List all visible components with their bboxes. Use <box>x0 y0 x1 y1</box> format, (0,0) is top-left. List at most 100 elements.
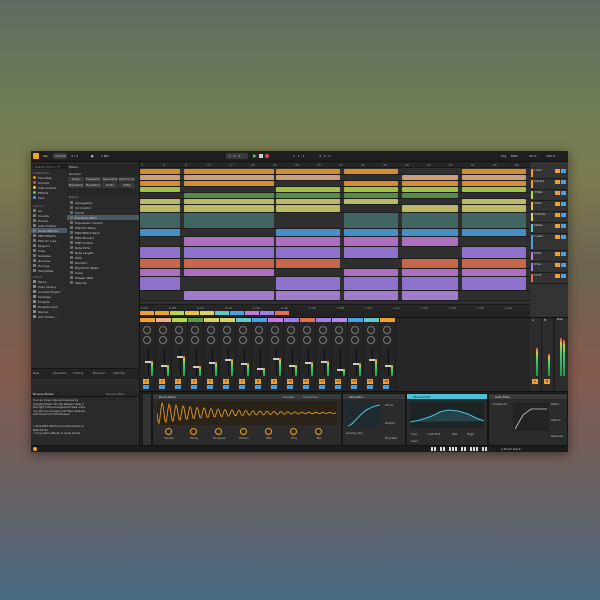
arrangement-clip[interactable] <box>402 258 458 268</box>
preview-option[interactable]: Random <box>93 371 105 375</box>
track-header[interactable]: 1 Kick <box>531 168 568 179</box>
arrangement-clip[interactable] <box>402 236 458 246</box>
arrangement-clip[interactable] <box>184 246 274 258</box>
solo-button[interactable] <box>319 385 325 389</box>
channel-color-header[interactable] <box>332 318 347 322</box>
arrangement-clip[interactable] <box>276 276 340 290</box>
fader-handle[interactable] <box>241 363 247 365</box>
arrangement-clip[interactable] <box>276 168 340 174</box>
arrangement-clip[interactable] <box>184 258 274 268</box>
pan-knob[interactable] <box>303 336 311 344</box>
solo-button[interactable] <box>351 385 357 389</box>
pan-knob[interactable] <box>207 336 215 344</box>
arrangement-clip[interactable] <box>276 204 340 212</box>
solo-button[interactable] <box>561 235 566 239</box>
solo-button[interactable] <box>223 385 229 389</box>
preview-option[interactable]: Quantize <box>53 371 66 375</box>
preview-option[interactable]: Raw <box>33 371 39 375</box>
arrangement-clip[interactable] <box>276 290 340 300</box>
track-number-button[interactable]: 7 <box>239 379 245 384</box>
track-activator-button[interactable] <box>555 202 560 206</box>
solo-button[interactable] <box>561 213 566 217</box>
preview-option[interactable]: Velocity <box>113 371 125 375</box>
return-activator[interactable]: B <box>544 379 550 384</box>
pan-knob[interactable] <box>175 336 183 344</box>
arrangement-clip[interactable] <box>140 228 180 236</box>
sample-waveform[interactable] <box>157 401 337 425</box>
pan-knob[interactable] <box>255 336 263 344</box>
fader-handle[interactable] <box>193 366 199 368</box>
arrangement-clip[interactable] <box>140 268 180 276</box>
arrangement-clip[interactable] <box>344 168 398 174</box>
key-map-button[interactable]: Key <box>501 154 506 158</box>
track-number-button[interactable]: 14 <box>351 379 357 384</box>
keyboard-key[interactable] <box>473 447 475 451</box>
arrangement-clip[interactable] <box>276 228 340 236</box>
fader-track[interactable] <box>356 348 357 376</box>
pan-knob[interactable] <box>287 336 295 344</box>
solo-button[interactable] <box>255 385 261 389</box>
arrangement-clip[interactable] <box>462 168 526 174</box>
filter-chip[interactable]: Modulation <box>68 183 84 188</box>
track-number-button[interactable]: 16 <box>383 379 389 384</box>
knob[interactable] <box>165 428 172 435</box>
arrangement-clip[interactable] <box>184 268 274 276</box>
arrangement-clip[interactable] <box>184 174 274 180</box>
filter-chip[interactable]: Notes <box>102 183 118 188</box>
send-knob[interactable] <box>175 326 183 334</box>
arrangement-clip[interactable] <box>184 236 274 246</box>
arrangement-clip[interactable] <box>344 192 398 198</box>
stop-icon[interactable] <box>259 154 263 158</box>
collection-item[interactable]: Test <box>31 195 67 200</box>
keyboard-key[interactable] <box>467 447 469 451</box>
arrangement-clip[interactable] <box>140 212 180 228</box>
filter-chip[interactable]: Expression <box>85 177 101 182</box>
sample-label[interactable]: Sample <box>283 395 294 399</box>
tap-button[interactable]: Tap <box>43 154 48 158</box>
solo-button[interactable] <box>561 224 566 228</box>
send-knob[interactable] <box>191 326 199 334</box>
filter-tag[interactable]: Random <box>69 172 81 176</box>
arrangement-clip[interactable] <box>462 180 526 186</box>
pan-knob[interactable] <box>159 336 167 344</box>
track-header[interactable]: 3 Hats <box>531 190 568 201</box>
fader-handle[interactable] <box>385 365 391 367</box>
channel-color-header[interactable] <box>252 318 267 322</box>
places-item[interactable]: Add Folder... <box>31 314 67 319</box>
fader-track[interactable] <box>164 348 165 376</box>
fader-handle[interactable] <box>337 369 343 371</box>
fader-track[interactable] <box>276 348 277 376</box>
arrangement-clip[interactable] <box>276 192 340 198</box>
send-knob[interactable] <box>239 326 247 334</box>
arrangement-clip[interactable] <box>140 258 180 268</box>
track-number-button[interactable]: 4 <box>191 379 197 384</box>
fader-handle[interactable] <box>353 363 359 365</box>
fader-handle[interactable] <box>161 365 167 367</box>
track-number-button[interactable]: 5 <box>207 379 213 384</box>
clip-slot[interactable] <box>200 311 214 315</box>
quantize-menu[interactable]: 1 Bar <box>101 154 109 158</box>
channel-color-header[interactable] <box>140 318 155 322</box>
track-number-button[interactable]: 10 <box>287 379 293 384</box>
channel-color-header[interactable] <box>316 318 331 322</box>
result-item[interactable]: Velocity <box>67 280 139 285</box>
send-knob[interactable] <box>303 326 311 334</box>
channel-color-header[interactable] <box>268 318 283 322</box>
filter-chip[interactable]: Harmony & Scale <box>119 177 135 182</box>
track-activator-button[interactable] <box>555 169 560 173</box>
track-number-button[interactable]: 6 <box>223 379 229 384</box>
fader-handle[interactable] <box>305 362 311 364</box>
arrangement-clip[interactable] <box>344 276 398 290</box>
pan-knob[interactable] <box>143 336 151 344</box>
arrangement-clip[interactable] <box>184 168 274 174</box>
solo-button[interactable] <box>271 385 277 389</box>
track-header[interactable]: 5 Chords <box>531 212 568 223</box>
track-header[interactable]: 7 Lead <box>531 234 568 251</box>
channel-color-header[interactable] <box>348 318 363 322</box>
arrangement-clip[interactable] <box>402 180 458 186</box>
track-number-button[interactable]: 3 <box>175 379 181 384</box>
clip-slot[interactable] <box>185 311 199 315</box>
arrangement-clip[interactable] <box>402 186 458 192</box>
keyboard-key[interactable] <box>449 447 451 451</box>
solo-button[interactable] <box>383 385 389 389</box>
